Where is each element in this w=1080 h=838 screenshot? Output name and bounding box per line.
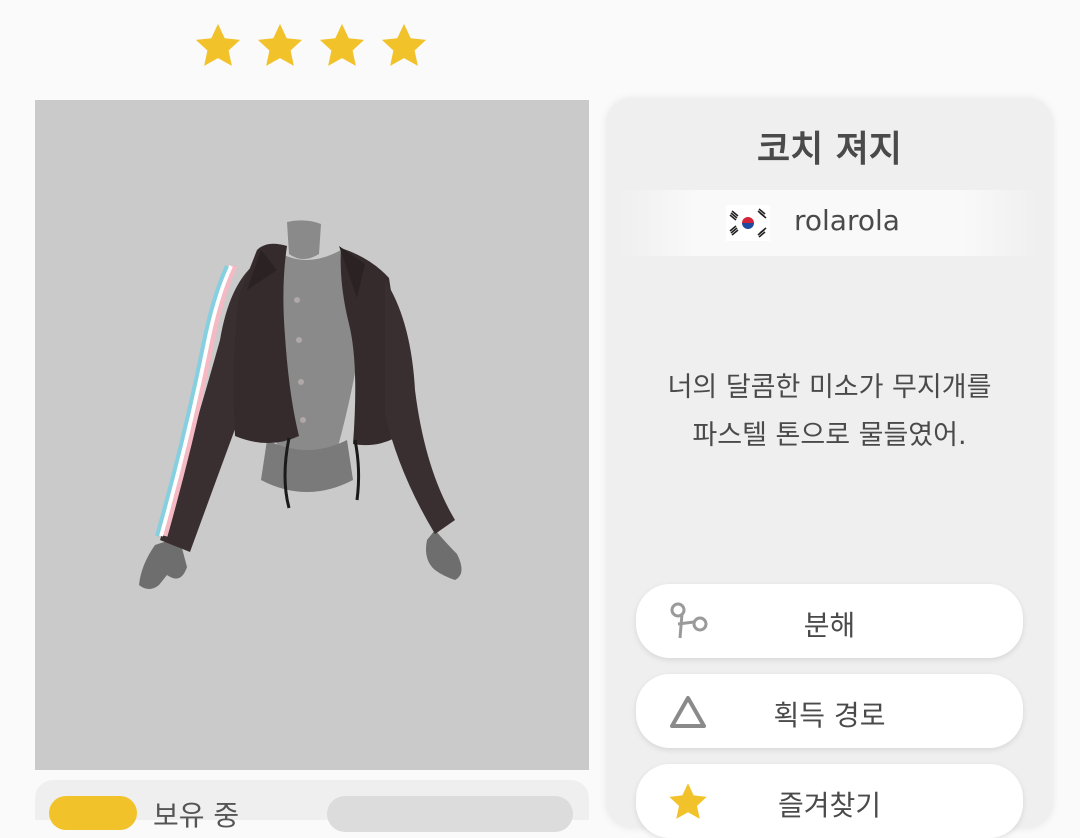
- star-icon: [195, 23, 241, 66]
- item-description: 너의 달콤한 미소가 무지개를 파스텔 톤으로 물들였어.: [667, 372, 992, 451]
- designer-row[interactable]: rolarola: [620, 190, 1039, 256]
- acquisition-route-label: 획득 경로: [773, 699, 886, 732]
- item-title: 코치 져지: [756, 129, 902, 170]
- quantity-box[interactable]: [327, 796, 573, 832]
- korea-flag-icon: [726, 205, 770, 241]
- designer-name: rolarola: [794, 204, 900, 237]
- owned-bar: 보유 중: [35, 780, 589, 832]
- item-info-panel: 코치 져지 rolarola 너의 달콤한 미소가 무지개를 파스텔 톤으로 물…: [606, 98, 1053, 838]
- acquisition-route-button[interactable]: 획득 경로: [636, 674, 1023, 748]
- star-icon: [257, 23, 303, 66]
- favorite-button[interactable]: 즐겨찾기: [636, 764, 1023, 838]
- jacket-mannequin-image: [139, 220, 462, 589]
- star-icon: [319, 23, 365, 66]
- item-preview[interactable]: [35, 100, 589, 770]
- owned-count-pill: [49, 796, 137, 830]
- disassemble-label: 분해: [803, 609, 856, 642]
- rarity-stars: [192, 20, 430, 72]
- disassemble-button[interactable]: 분해: [636, 584, 1023, 658]
- owned-label: 보유 중: [153, 799, 240, 832]
- star-icon: [381, 23, 427, 66]
- favorite-label: 즐겨찾기: [777, 789, 882, 822]
